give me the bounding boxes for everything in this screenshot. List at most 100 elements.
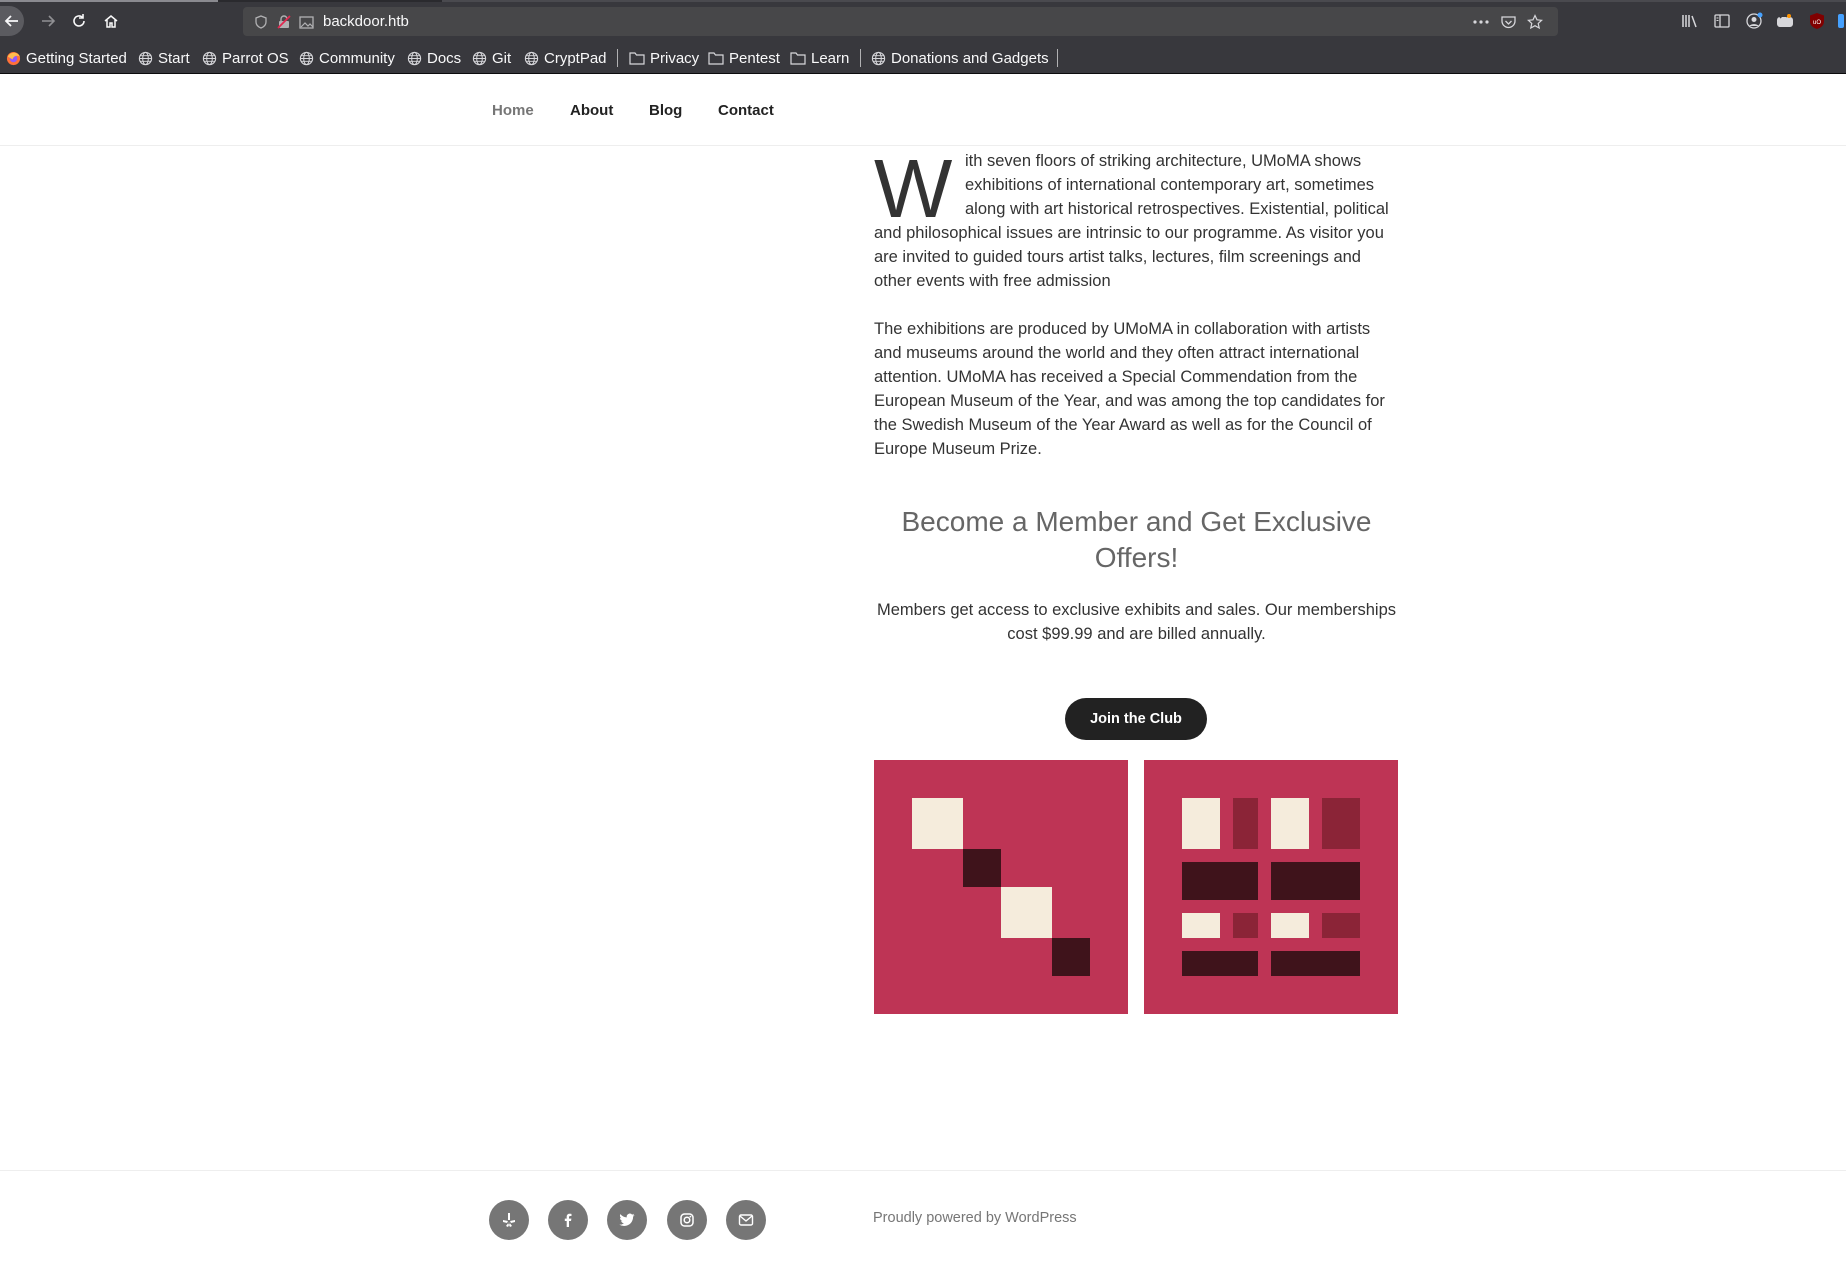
bookmark-community[interactable]: Community — [299, 48, 395, 68]
art-block — [1182, 951, 1258, 976]
sidebar-icon[interactable] — [1711, 10, 1733, 32]
art-block — [1271, 798, 1309, 849]
bookmark-start[interactable]: Start — [138, 48, 190, 68]
shield-icon[interactable] — [252, 13, 270, 31]
back-button[interactable] — [0, 6, 24, 36]
address-bar[interactable]: backdoor.htb — [243, 7, 1558, 36]
tab-indicator — [442, 0, 1846, 2]
bookmark-label: Privacy — [650, 49, 700, 67]
ublock-origin-icon[interactable]: uO — [1806, 10, 1828, 32]
page-actions-icon[interactable] — [1472, 13, 1490, 31]
yelp-icon — [503, 1213, 515, 1227]
arrow-right-icon — [42, 15, 56, 27]
art-block — [1271, 862, 1360, 900]
folder-icon — [790, 52, 806, 65]
nav-about[interactable]: About — [570, 102, 613, 119]
bookmark-git[interactable]: Git — [472, 48, 511, 68]
bookmark-folder-pentest[interactable]: Pentest — [708, 48, 780, 68]
pocket-icon[interactable] — [1499, 13, 1517, 31]
globe-icon — [524, 51, 539, 65]
bookmark-separator — [860, 49, 861, 67]
art-block — [1001, 887, 1052, 938]
art-block — [1322, 913, 1360, 938]
folder-icon — [629, 52, 645, 65]
bookmark-label: Parrot OS — [222, 49, 289, 67]
instagram-icon — [680, 1213, 694, 1227]
bookmark-label: Pentest — [729, 49, 780, 67]
bookmark-folder-learn[interactable]: Learn — [790, 48, 849, 68]
pixel-art-grid — [1144, 760, 1398, 1014]
twitter-link[interactable] — [607, 1200, 647, 1240]
home-button[interactable] — [96, 6, 126, 36]
url-text[interactable]: backdoor.htb — [323, 13, 409, 30]
arrow-left-icon — [4, 15, 18, 27]
art-block — [1322, 798, 1360, 849]
bookmark-donations-and-gadgets[interactable]: Donations and Gadgets — [871, 48, 1049, 68]
reload-icon — [73, 14, 85, 27]
intro-paragraph-rest: and philosophical issues are intrinsic t… — [874, 224, 1384, 290]
art-block — [1271, 951, 1360, 976]
intro-paragraph-start: ith seven floors of striking architectur… — [965, 152, 1389, 218]
art-block — [1233, 798, 1258, 849]
bookmark-parrot-os[interactable]: Parrot OS — [202, 48, 289, 68]
svg-text:uO: uO — [1813, 20, 1821, 26]
browser-chrome: backdoor.htb uO Getting Started Start Pa… — [0, 0, 1846, 74]
bookmark-label: Getting Started — [26, 49, 127, 67]
facebook-icon — [564, 1213, 572, 1227]
tab-strip — [0, 0, 1846, 2]
site-navigation: Home About Blog Contact — [0, 74, 1846, 146]
forward-button[interactable] — [33, 6, 63, 36]
globe-icon — [871, 51, 886, 65]
bookmark-star-icon[interactable] — [1526, 13, 1544, 31]
email-icon — [738, 1214, 754, 1226]
globe-icon — [202, 51, 217, 65]
insecure-connection-icon[interactable] — [275, 13, 293, 31]
powered-by-wordpress-link[interactable]: Proudly powered by WordPress — [873, 1210, 1077, 1226]
exhibitions-paragraph: The exhibitions are produced by UMoMA in… — [874, 320, 1385, 458]
globe-icon — [472, 51, 487, 65]
overflow-icon[interactable] — [1836, 10, 1846, 32]
globe-icon — [299, 51, 314, 65]
globe-icon — [138, 51, 153, 65]
image-icon — [297, 13, 315, 31]
bookmark-label: Start — [158, 49, 190, 67]
bookmark-label: Docs — [427, 49, 462, 67]
folder-icon — [708, 52, 724, 65]
art-block — [1271, 913, 1309, 938]
twitter-icon — [619, 1213, 635, 1226]
email-link[interactable] — [726, 1200, 766, 1240]
library-icon[interactable] — [1679, 10, 1701, 32]
bookmark-separator — [1057, 49, 1058, 67]
membership-heading: Become a Member and Get Exclusive Offers… — [901, 506, 1372, 573]
bookmark-label: Git — [492, 49, 512, 67]
art-block — [1182, 862, 1258, 900]
bookmarks-toolbar: Getting Started Start Parrot OS Communit… — [0, 45, 1846, 71]
extension-icon[interactable] — [1774, 10, 1796, 32]
site-footer: Proudly powered by WordPress — [0, 1170, 1846, 1264]
bookmark-label: Donations and Gadgets — [891, 49, 1049, 67]
nav-blog[interactable]: Blog — [649, 102, 682, 119]
art-block — [1052, 938, 1090, 976]
home-icon — [104, 15, 118, 28]
yelp-link[interactable] — [489, 1200, 529, 1240]
nav-contact[interactable]: Contact — [718, 102, 774, 119]
pixel-art-diagonal — [874, 760, 1128, 1014]
drop-cap: W — [874, 142, 953, 235]
bookmark-label: Community — [319, 49, 395, 67]
firefox-icon — [6, 51, 21, 65]
nav-home[interactable]: Home — [492, 102, 534, 119]
membership-text: Members get access to exclusive exhibits… — [876, 601, 1397, 643]
art-block — [1233, 913, 1258, 938]
account-icon[interactable] — [1743, 10, 1765, 32]
globe-icon — [407, 51, 422, 65]
join-the-club-button[interactable]: Join the Club — [1065, 698, 1207, 740]
bookmark-label: CryptPad — [544, 49, 607, 67]
reload-button[interactable] — [64, 6, 94, 36]
facebook-link[interactable] — [548, 1200, 588, 1240]
art-block — [1182, 913, 1220, 938]
bookmark-docs[interactable]: Docs — [407, 48, 461, 68]
bookmark-folder-privacy[interactable]: Privacy — [629, 48, 699, 68]
bookmark-getting-started[interactable]: Getting Started — [6, 48, 127, 68]
instagram-link[interactable] — [667, 1200, 707, 1240]
bookmark-cryptpad[interactable]: CryptPad — [524, 48, 607, 68]
